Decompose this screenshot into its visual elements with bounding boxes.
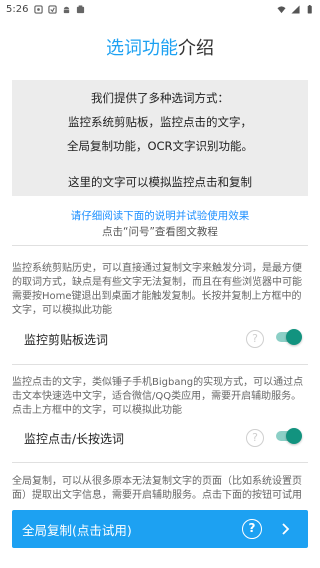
switch-thumb [286,428,302,444]
switch-thumb [286,329,302,345]
instructions-link[interactable]: 请仔细阅读下面的说明并试验使用效果 [0,208,320,223]
divider [12,462,308,463]
help-icon[interactable]: ? [242,519,262,539]
status-time: 5:26 [6,3,29,15]
demo-line[interactable]: 监控系统剪贴板，监控点击的文字， [12,114,308,130]
global-copy-button-label: 全局复制(点击试用) [22,522,132,538]
global-copy-button[interactable]: 全局复制(点击试用) ? [12,510,308,548]
tutorial-hint: 点击“问号”查看图文教程 [102,226,218,238]
demo-line[interactable]: 我们提供了多种选词方式： [12,90,308,106]
demo-text-box[interactable]: 我们提供了多种选词方式： 监控系统剪贴板，监控点击的文字， 全局复制功能，OCR… [12,80,308,196]
tap-toggle[interactable] [274,428,302,444]
signal-icon [291,4,300,14]
wifi-icon [277,5,286,13]
page-title: 选词功能介绍 [0,34,320,60]
status-bar: 5:26 [0,0,320,18]
help-icon[interactable]: ? [246,429,264,447]
notification-icon [77,4,85,13]
page-title-highlight: 选词功能 [106,38,178,59]
global-copy-description: 全局复制，可以从很多原本无法复制文字的页面（比如系统设置页面）提取出文字信息，需… [12,476,302,501]
divider [12,364,308,365]
tap-description: 监控点击的文字，类似锤子手机Bigbang的实现方式，可以通过点击文本快速选中文… [12,377,304,416]
clipboard-toggle[interactable] [274,329,302,345]
clipboard-setting-label: 监控剪贴板选词 [24,333,109,347]
battery-icon [307,4,312,14]
page-title-rest: 介绍 [178,38,214,59]
notification-icon [48,4,58,14]
android-icon [64,6,70,13]
divider [12,245,308,246]
demo-line[interactable]: 全局复制功能，OCR文字识别功能。 [12,138,308,154]
tap-setting-label: 监控点击/长按选词 [24,432,125,446]
demo-line[interactable]: 这里的文字可以模拟监控点击和复制 [12,174,308,190]
help-icon[interactable]: ? [246,330,264,348]
chevron-right-icon[interactable] [278,522,292,536]
notification-icon [34,4,44,14]
clipboard-description: 监控系统剪贴历史，可以直接通过复制文字来触发分词，是最方便的取词方式，缺点是有些… [12,263,302,316]
